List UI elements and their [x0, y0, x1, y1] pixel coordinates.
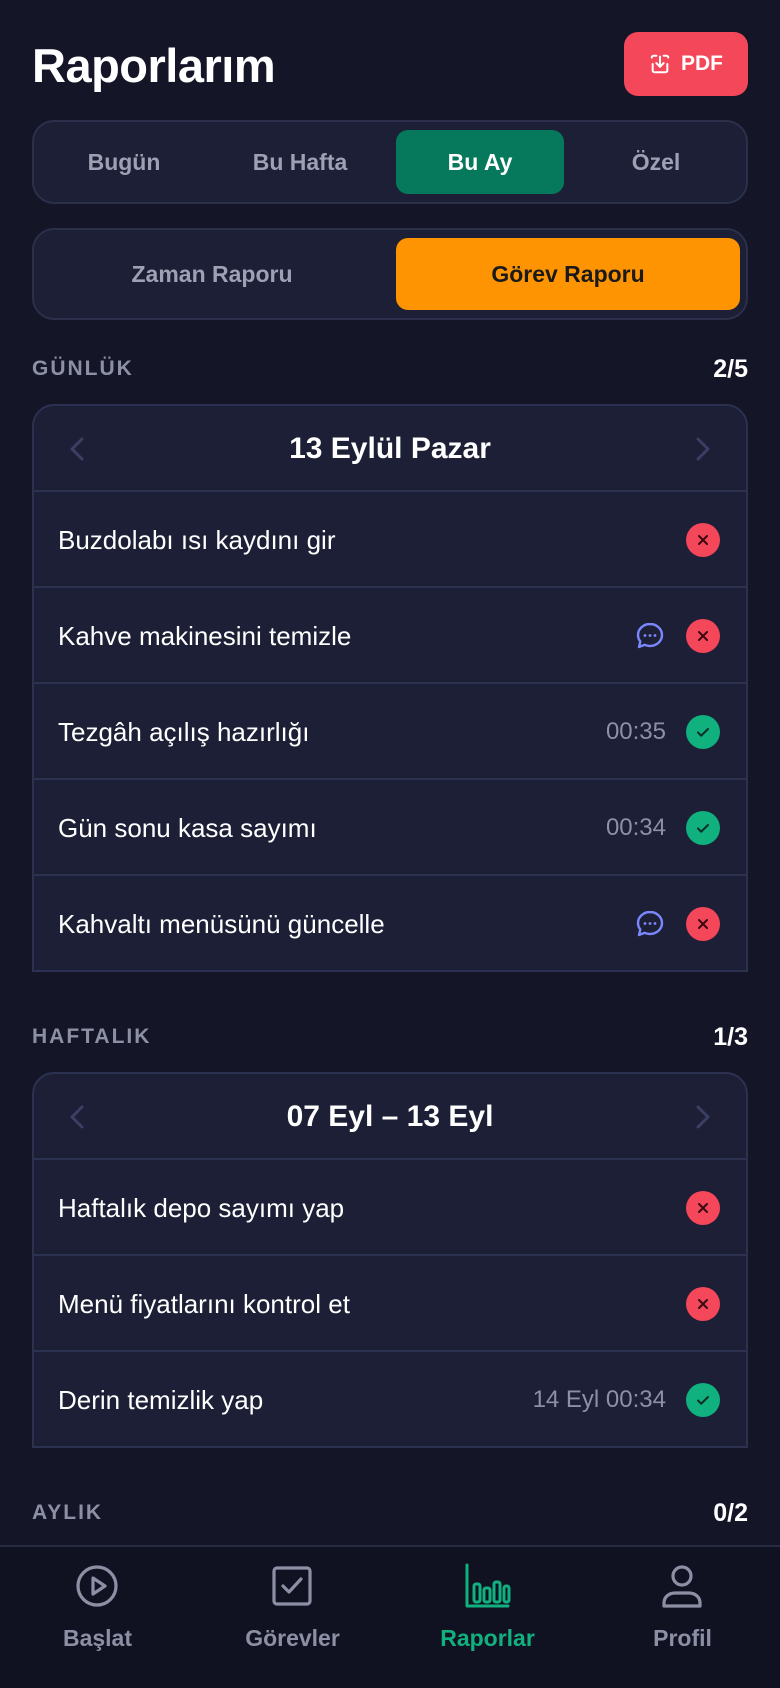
play-icon [76, 1565, 118, 1607]
tab-tasks[interactable]: Görevler [195, 1547, 390, 1667]
report-tab-task[interactable]: Görev Raporu [396, 238, 740, 310]
task-row[interactable]: Menü fiyatlarını kontrol et [34, 1256, 746, 1352]
pdf-export-button[interactable]: PDF [624, 32, 748, 96]
bottom-tab-bar: Başlat Görevler Raporlar Profil [0, 1545, 780, 1688]
tab-label: Başlat [62, 1625, 133, 1651]
task-row[interactable]: Buzdolabı ısı kaydını gir [34, 492, 746, 588]
chat-icon[interactable] [634, 908, 666, 940]
checkbox-icon [272, 1566, 312, 1606]
chevron-right-icon[interactable] [688, 1101, 716, 1133]
task-name: Derin temizlik yap [58, 1384, 264, 1415]
status-done-icon [686, 715, 720, 749]
task-row[interactable]: Derin temizlik yap 14 Eyl 00:34 [34, 1352, 746, 1446]
daily-section-header: GÜNLÜK 2/5 [32, 355, 748, 387]
tab-label: Profil [653, 1625, 712, 1651]
status-failed-icon [686, 619, 720, 653]
monthly-section-header: AYLIK 0/2 [32, 1499, 748, 1531]
report-tab-time[interactable]: Zaman Raporu [40, 238, 384, 310]
tab-start[interactable]: Başlat [0, 1547, 195, 1667]
section-label: AYLIK [32, 1501, 104, 1524]
period-tab-custom[interactable]: Özel [572, 130, 740, 194]
task-name: Buzdolabı ısı kaydını gir [58, 524, 336, 555]
status-failed-icon [686, 1287, 720, 1321]
task-row[interactable]: Gün sonu kasa sayımı 00:34 [34, 780, 746, 876]
status-failed-icon [686, 907, 720, 941]
chevron-right-icon[interactable] [688, 433, 716, 465]
status-failed-icon [686, 1191, 720, 1225]
task-name: Kahvaltı menüsünü güncelle [58, 908, 385, 939]
period-tab-today[interactable]: Bugün [40, 130, 208, 194]
status-done-icon [686, 811, 720, 845]
section-count: 2/5 [713, 355, 748, 383]
chat-icon[interactable] [634, 620, 666, 652]
task-row[interactable]: Kahvaltı menüsünü güncelle [34, 876, 746, 970]
task-time: 00:35 [605, 718, 666, 745]
tab-reports[interactable]: Raporlar [390, 1547, 585, 1667]
task-name: Gün sonu kasa sayımı [58, 812, 317, 843]
tab-label: Görevler [245, 1625, 340, 1651]
weekly-card: 07 Eyl – 13 Eyl Haftalık depo sayımı yap… [32, 1072, 748, 1448]
date-navigator: 13 Eylül Pazar [34, 406, 746, 492]
tab-profile[interactable]: Profil [585, 1547, 780, 1667]
task-time: 00:34 [605, 814, 666, 841]
header: Raporlarım PDF [32, 30, 748, 96]
bar-chart-icon [465, 1563, 511, 1608]
section-label: HAFTALIK [32, 1025, 152, 1048]
pdf-label: PDF [681, 52, 723, 75]
period-tab-this-month[interactable]: Bu Ay [396, 130, 564, 194]
weekly-section-header: HAFTALIK 1/3 [32, 1023, 748, 1055]
date-label: 07 Eyl – 13 Eyl [286, 1100, 494, 1133]
page-title: Raporlarım [32, 39, 276, 92]
task-row[interactable]: Kahve makinesini temizle [34, 588, 746, 684]
date-navigator: 07 Eyl – 13 Eyl [34, 1074, 746, 1160]
status-done-icon [686, 1383, 720, 1417]
task-row[interactable]: Haftalık depo sayımı yap [34, 1160, 746, 1256]
status-failed-icon [686, 523, 720, 557]
section-label: GÜNLÜK [32, 357, 134, 380]
task-name: Kahve makinesini temizle [58, 620, 352, 651]
report-type-selector: Zaman Raporu Görev Raporu [32, 228, 748, 320]
user-icon [662, 1565, 702, 1608]
task-row[interactable]: Tezgâh açılış hazırlığı 00:35 [34, 684, 746, 780]
tab-label: Raporlar [440, 1625, 535, 1651]
section-count: 0/2 [713, 1499, 748, 1527]
download-icon [650, 54, 670, 74]
task-name: Menü fiyatlarını kontrol et [58, 1288, 350, 1319]
task-name: Haftalık depo sayımı yap [58, 1192, 345, 1223]
task-time: 14 Eyl 00:34 [532, 1386, 666, 1413]
task-name: Tezgâh açılış hazırlığı [58, 716, 310, 747]
date-label: 13 Eylül Pazar [289, 432, 491, 465]
daily-card: 13 Eylül Pazar Buzdolabı ısı kaydını gir… [32, 404, 748, 972]
section-count: 1/3 [713, 1023, 748, 1051]
period-selector: Bugün Bu Hafta Bu Ay Özel [32, 120, 748, 204]
period-tab-this-week[interactable]: Bu Hafta [216, 130, 384, 194]
